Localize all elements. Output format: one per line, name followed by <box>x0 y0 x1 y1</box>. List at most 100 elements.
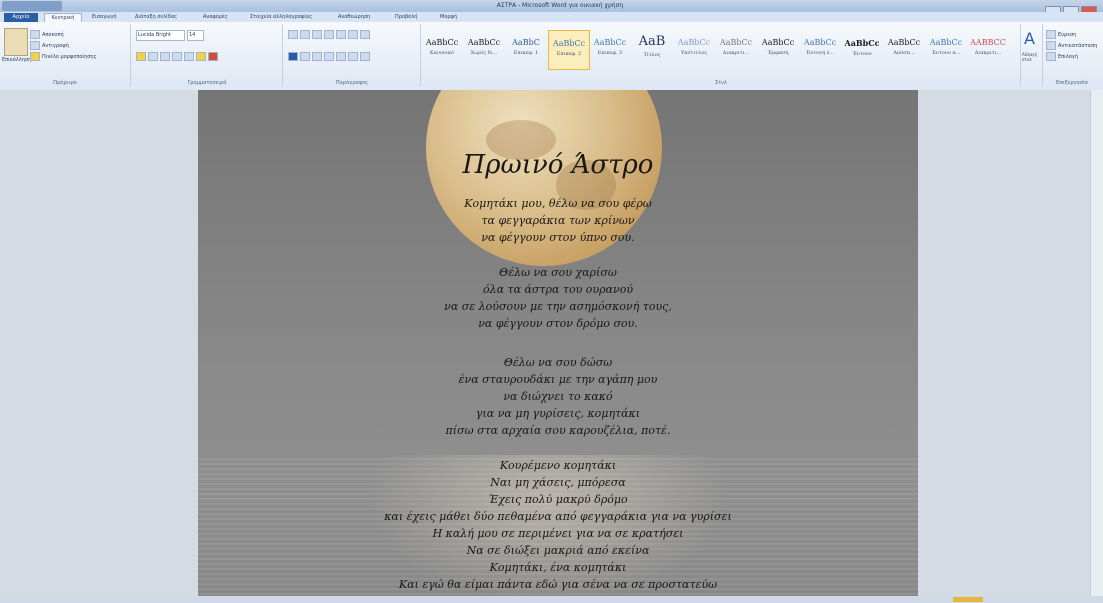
replace-button[interactable]: Αντικατάσταση <box>1046 41 1097 50</box>
format-painter-button[interactable]: Πινέλο μορφοποίησης <box>30 52 97 61</box>
increase-indent-icon[interactable] <box>336 30 346 39</box>
poem-line: να φέγγουν στον δρόμο σου. <box>478 317 638 330</box>
group-label: Στυλ <box>714 80 728 86</box>
align-left-icon[interactable] <box>288 52 298 61</box>
style-strong[interactable]: AaBbCc Έντονο <box>842 30 882 68</box>
paste-button[interactable]: Επικόλληση <box>2 56 31 65</box>
shading-icon[interactable] <box>348 52 358 61</box>
scissors-icon <box>30 30 40 39</box>
stanza-1: Κομητάκι μου, θέλω να σου φέρω τα φεγγαρ… <box>198 195 918 246</box>
strikethrough-icon[interactable] <box>172 52 182 61</box>
poem-line: Κομητάκι, ένα κομητάκι <box>489 561 627 574</box>
poem-line: Η καλή μου σε περιμένει για να σε κρατήσ… <box>432 527 684 540</box>
stanza-4: Κουρέμενο κομητάκι Ναι μη χάσεις, μπόρεσ… <box>198 457 918 593</box>
line-spacing-icon[interactable] <box>336 52 346 61</box>
align-center-icon[interactable] <box>300 52 310 61</box>
poem-line: να σε λούσουν με την ασημόσκονή τους, <box>444 300 672 313</box>
vertical-scrollbar[interactable] <box>1090 90 1103 603</box>
change-styles-group: A Αλλαγή στυλ <box>1022 24 1043 86</box>
numbering-icon[interactable] <box>300 30 310 39</box>
font-format-buttons[interactable] <box>136 52 220 61</box>
status-bar <box>0 596 1103 603</box>
tab-references[interactable]: Αναφορές <box>203 13 228 22</box>
poem-line: ένα σταυρουδάκι με την αγάπη μου <box>458 373 658 386</box>
tab-file[interactable]: Αρχείο <box>4 13 38 22</box>
poem-line: για να μη γυρίσεις, κομητάκι <box>475 407 641 420</box>
align-buttons[interactable] <box>288 52 372 61</box>
quick-access-toolbar[interactable] <box>2 1 62 11</box>
justify-icon[interactable] <box>324 52 334 61</box>
replace-icon <box>1046 41 1056 50</box>
poem-line: Και εγώ θα είμαι πάντα εδώ για σένα να σ… <box>398 578 718 591</box>
poem-line: Θέλω να σου χαρίσω <box>499 266 617 279</box>
multilevel-list-icon[interactable] <box>312 30 322 39</box>
tab-page-layout[interactable]: Διάταξη σελίδας <box>135 13 177 22</box>
copy-button[interactable]: Αντιγραφή <box>30 41 69 50</box>
font-color-icon[interactable] <box>208 52 218 61</box>
pilcrow-icon[interactable] <box>360 30 370 39</box>
poem-line: και έχεις μάθει δύο πεθαμένα από φεγγαρά… <box>384 510 732 523</box>
change-styles-button[interactable]: Αλλαγή στυλ <box>1022 52 1042 62</box>
style-no-spacing[interactable]: AaBbCc Χωρίς δι... <box>464 30 504 68</box>
decrease-indent-icon[interactable] <box>324 30 334 39</box>
style-subtle-emphasis[interactable]: AaBbCc Διακριτι... <box>716 30 756 68</box>
title-bar: ΑΣΤΡΑ - Microsoft Word για οικιακή χρήση <box>0 0 1103 15</box>
bold-icon[interactable] <box>136 52 146 61</box>
style-intense-emphasis[interactable]: AaBbCc Έντονη έ... <box>800 30 840 68</box>
tab-mailings[interactable]: Στοιχεία αλληλογραφίας <box>250 13 312 22</box>
list-buttons[interactable] <box>288 30 372 39</box>
underline-icon[interactable] <box>160 52 170 61</box>
poem-line: πίσω στα αρχαία σου καρουζέλια, ποτέ. <box>445 424 671 437</box>
find-button[interactable]: Εύρεση <box>1046 30 1076 39</box>
tab-format[interactable]: Μορφή <box>440 13 457 22</box>
borders-icon[interactable] <box>360 52 370 61</box>
highlight-icon[interactable] <box>196 52 206 61</box>
change-styles-icon[interactable]: A <box>1024 30 1035 48</box>
paste-icon[interactable] <box>4 28 28 56</box>
find-icon <box>1046 30 1056 39</box>
group-label: Πρόχειρο <box>53 80 77 86</box>
align-right-icon[interactable] <box>312 52 322 61</box>
font-name-select[interactable]: Lucida Bright 14 <box>136 30 204 41</box>
style-heading-2[interactable]: AaBbCc Επικεφ. 2 <box>548 30 590 70</box>
poem-line: Ναι μη χάσεις, μπόρεσα <box>490 476 626 489</box>
style-subtitle[interactable]: AaBbCc Υπότιτλος <box>674 30 714 68</box>
zoom-slider[interactable] <box>953 597 983 602</box>
group-label: Γραμματοσειρά <box>187 80 227 86</box>
poem-line: όλα τα άστρα του ουρανού <box>482 283 634 296</box>
document-page[interactable]: Πρωινό Άστρο Κομητάκι μου, θέλω να σου φ… <box>198 90 918 603</box>
tab-insert[interactable]: Εισαγωγή <box>92 13 117 22</box>
poem-text[interactable]: Πρωινό Άστρο Κομητάκι μου, θέλω να σου φ… <box>198 145 918 603</box>
group-label: Παράγραφος <box>335 80 369 86</box>
styles-group: AaBbCc Κανονικό AaBbCc Χωρίς δι... AaBbC Επ… <box>422 24 1021 86</box>
stanza-3: Θέλω να σου δώσω ένα σταυρουδάκι με την … <box>198 354 918 439</box>
style-quote[interactable]: AaBbCc Απόσπ... <box>884 30 924 68</box>
poem-line: Έχεις πολύ μακρύ δρόμο <box>488 493 628 506</box>
tab-view[interactable]: Προβολή <box>395 13 417 22</box>
cut-button[interactable]: Αποκοπή <box>30 30 64 39</box>
style-intense-quote[interactable]: AaBbCc Έντονο α... <box>926 30 966 68</box>
style-title[interactable]: AaB Τίτλος <box>632 30 672 68</box>
style-normal[interactable]: AaBbCc Κανονικό <box>422 30 462 68</box>
clipboard-group: Επικόλληση Αποκοπή Αντιγραφή Πινέλο μορφ… <box>0 24 131 86</box>
bullets-icon[interactable] <box>288 30 298 39</box>
editing-group: Εύρεση Αντικατάσταση Επιλογή Επεξεργασία <box>1044 24 1100 86</box>
stanza-2: Θέλω να σου χαρίσω όλα τα άστρα του ουρα… <box>198 264 918 332</box>
tab-review[interactable]: Αναθεώρηση <box>338 13 370 22</box>
subscript-icon[interactable] <box>184 52 194 61</box>
ribbon-tabs: Αρχείο Κεντρική Εισαγωγή Διάταξη σελίδας… <box>0 12 1103 23</box>
font-group: Lucida Bright 14 Γραμματοσειρά <box>132 24 283 86</box>
window-controls[interactable] <box>1043 0 1099 15</box>
style-emphasis[interactable]: AaBbCc Έμφαση <box>758 30 798 68</box>
select-button[interactable]: Επιλογή <box>1046 52 1078 61</box>
italic-icon[interactable] <box>148 52 158 61</box>
select-icon <box>1046 52 1056 61</box>
sort-icon[interactable] <box>348 30 358 39</box>
style-heading-3[interactable]: AaBbCc Επικεφ. 3 <box>590 30 630 68</box>
poem-line: Να σε διώξει μακριά από εκείνα <box>466 544 650 557</box>
brush-icon <box>30 52 40 61</box>
style-subtle-reference[interactable]: AABBCC Διακριτι... <box>968 30 1008 68</box>
poem-line: Κομητάκι μου, θέλω να σου φέρω <box>464 197 652 210</box>
poem-title: Πρωινό Άστρο <box>462 150 654 180</box>
style-heading-1[interactable]: AaBbC Επικεφ. 1 <box>506 30 546 68</box>
